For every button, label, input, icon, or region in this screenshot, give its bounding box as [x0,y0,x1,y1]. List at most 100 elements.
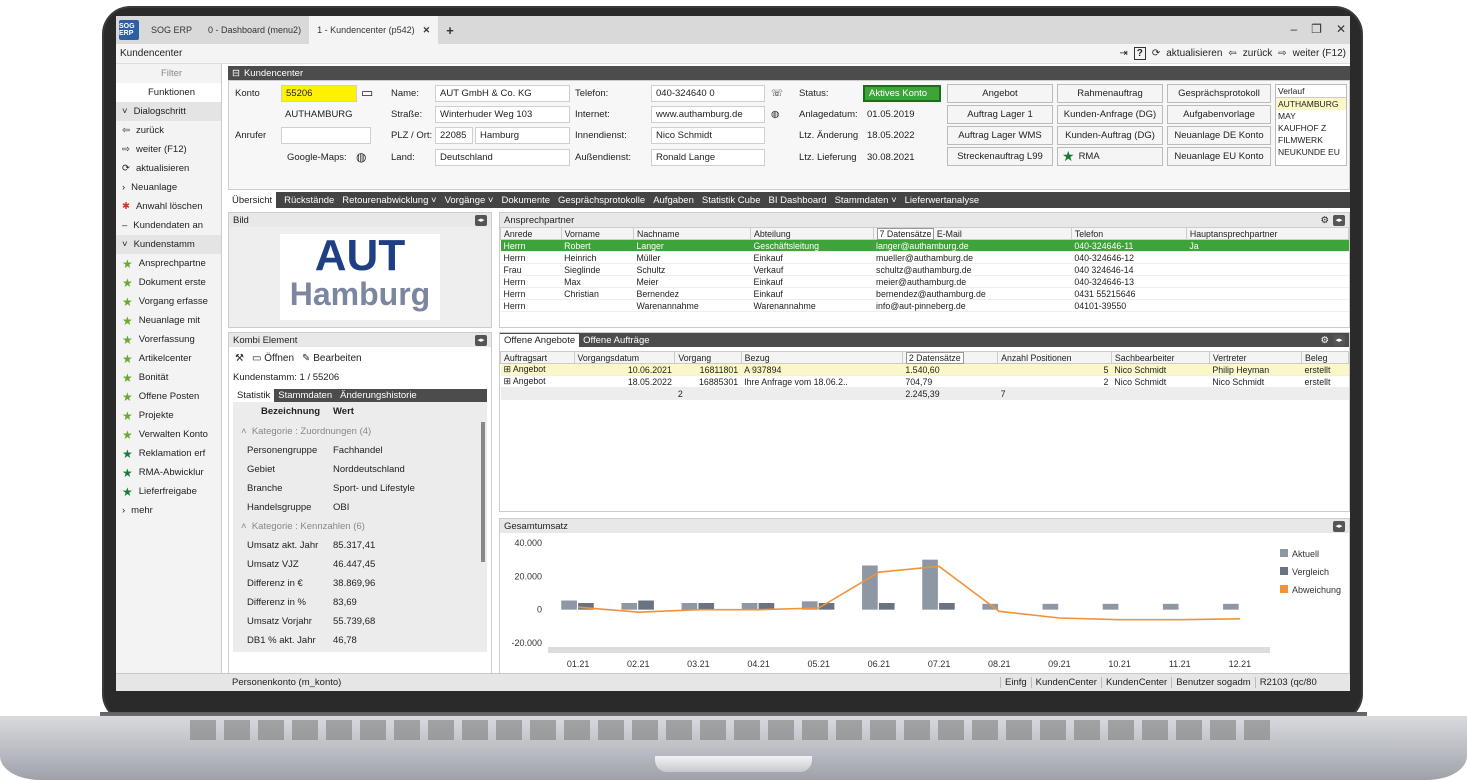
sidebar-filter[interactable]: Filter [116,64,221,83]
sidebar-group-kundenstamm[interactable]: ˅ Kundenstamm [116,235,221,254]
col-header[interactable]: Anrede [500,227,562,240]
sidebar-item-neuanlage[interactable]: › Neuanlage [116,178,221,197]
tab-retouren[interactable]: Retourenabwicklung ˅ [342,195,436,206]
export-icon[interactable]: ⇥ [1119,48,1127,59]
table-row[interactable]: ⊞ Angebot 10.06.2021 16811801 A 937894 1.540… [500,363,1349,376]
sidebar-item[interactable]: ★ Projekte [116,406,221,425]
tab-statistik[interactable]: Statistik [233,389,275,402]
status-badge[interactable]: Aktives Konto [863,85,941,102]
tab-stammdaten[interactable]: Stammdaten [274,389,336,402]
cell[interactable]: langer@authamburg.de [873,239,1072,252]
col-header[interactable]: Telefon [1070,227,1187,240]
scrollbar[interactable] [481,422,485,562]
konto-field[interactable]: 55206 [281,85,357,102]
tab-offene-angebote[interactable]: Offene Angebote [500,333,580,347]
name-field[interactable]: AUT GmbH & Co. KG [435,85,570,102]
sidebar-item[interactable]: ★ Verwalten Konto [116,425,221,444]
tab-dokumente[interactable]: Dokumente [501,195,550,206]
maximize-icon[interactable]: ❐ [1311,22,1322,36]
ort-field[interactable]: Hamburg [475,127,570,144]
sidebar-item[interactable]: ★ Dokument erste [116,273,221,292]
edit-button[interactable]: ✎ Bearbeiten [302,353,362,364]
forward-arrow-icon[interactable]: ⇨ [1278,48,1286,59]
expand-icon[interactable]: ◂▸ [1333,520,1345,532]
expand-icon[interactable]: ◂▸ [475,214,487,226]
tab-aufgaben[interactable]: Aufgaben [653,195,694,206]
col-header[interactable]: Vorgangsdatum [573,351,676,364]
tab-lieferwert[interactable]: Lieferwertanalyse [905,195,979,206]
innendienst-field[interactable]: Nico Schmidt [651,127,765,144]
settings-icon[interactable]: ⚙ [1320,215,1329,226]
close-tab-icon[interactable]: ✕ [423,25,431,36]
verlauf-item[interactable]: NEUKUNDE EU [1276,146,1346,158]
expand-row-icon[interactable]: ⊞ [504,376,511,386]
col-header[interactable]: Abteilung [749,227,874,240]
col-header[interactable]: Nachname [632,227,751,240]
sidebar-item[interactable]: ★ Artikelcenter [116,349,221,368]
telefon-field[interactable]: 040-324640 0 [651,85,765,102]
kunden-auftrag-button[interactable]: Kunden-Auftrag (DG) [1057,126,1163,145]
expand-icon[interactable]: ◂▸ [1333,214,1345,226]
sidebar-item[interactable]: ★ Offene Posten [116,387,221,406]
tab-kundencenter[interactable]: 1 - Kundencenter (p542) ✕ [309,16,439,44]
sidebar-item[interactable]: ★ RMA-Abwicklur [116,463,221,482]
cell[interactable]: 040 324646-14 [1071,263,1187,276]
angebot-button[interactable]: Angebot [947,84,1053,103]
kunden-anfrage-button[interactable]: Kunden-Anfrage (DG) [1057,105,1163,124]
tab-stammdaten[interactable]: Stammdaten ˅ [835,195,897,206]
col-header[interactable]: Vorname [560,227,634,240]
verlauf-item[interactable]: MAY [1276,110,1346,122]
calendar-icon[interactable]: ▭ [361,85,373,101]
expand-icon[interactable]: ◂▸ [475,334,487,346]
rahmenauftrag-button[interactable]: Rahmenauftrag [1057,84,1163,103]
table-row[interactable]: Herrn Heinrich Müller Einkauf mueller@autham… [500,251,1349,264]
help-icon[interactable]: ? [1133,47,1146,60]
settings-icon[interactable]: ⚙ [1320,335,1329,346]
collapse-icon[interactable]: ⊟ [232,68,240,79]
sidebar-item[interactable]: ★ Neuanlage mit [116,311,221,330]
col-header[interactable]: 2 Datensätze [901,351,999,364]
sidebar-item-mehr[interactable]: › mehr [116,501,221,520]
sidebar-item-weiter[interactable]: ⇨ weiter (F12) [116,140,221,159]
aussendienst-field[interactable]: Ronald Lange [651,149,765,166]
tab-offene-auftraege[interactable]: Offene Aufträge [579,334,653,347]
globe-icon[interactable]: ◍ [356,149,366,165]
forward-button[interactable]: weiter (F12) [1293,48,1346,59]
cell[interactable]: 040-324646-13 [1071,275,1187,288]
verlauf-item[interactable]: FILMWERK [1276,134,1346,146]
back-button[interactable]: zurück [1243,48,1272,59]
col-header[interactable]: Auftragsart [500,351,575,364]
aufgabenvorlage-button[interactable]: Aufgabenvorlage [1167,105,1271,124]
sidebar-item-kundendaten[interactable]: – Kundendaten an [116,216,221,235]
open-button[interactable]: ▭ Öffnen [252,353,294,364]
col-header[interactable]: Vorgang [674,351,742,364]
add-tab-button[interactable]: + [438,16,462,44]
refresh-button[interactable]: aktualisieren [1166,48,1222,59]
col-header[interactable]: Vertreter [1208,351,1303,364]
cell[interactable]: 040-324646-11 [1071,239,1187,252]
table-row[interactable]: Herrn Christian Bernendez Einkauf bernendez@… [500,287,1349,300]
category-kennzahlen[interactable]: ˄ Kategorie : Kennzahlen (6) [241,517,479,536]
verlauf-item[interactable]: AUTHAMBURG [1276,98,1346,110]
auftrag-lager1-button[interactable]: Auftrag Lager 1 [947,105,1053,124]
expand-icon[interactable]: ◂▸ [1333,334,1345,346]
sidebar-item[interactable]: ★ Ansprechpartne [116,254,221,273]
cell[interactable]: schultz@authamburg.de [873,263,1072,276]
tab-aenderungshistorie[interactable]: Änderungshistorie [336,389,421,402]
sidebar-funktionen[interactable]: Funktionen [116,83,221,102]
sidebar-group-dialogschritt[interactable]: ˅ Dialogschritt [116,102,221,121]
sidebar-item-aktualisieren[interactable]: ⟳ aktualisieren [116,159,221,178]
sidebar-item[interactable]: ★ Lieferfreigabe [116,482,221,501]
hammer-icon[interactable]: ⚒ [235,353,244,364]
col-header[interactable]: 7 Datensätze E-Mail [872,227,1072,240]
tab-gespraeche[interactable]: Gesprächsprotokolle [558,195,645,206]
tab-bi-dashboard[interactable]: BI Dashboard [769,195,827,206]
cell[interactable]: 040-324646-12 [1071,251,1187,264]
category-zuordnungen[interactable]: ˄ Kategorie : Zuordnungen (4) [241,422,479,441]
sidebar-item[interactable]: ★ Bonität [116,368,221,387]
anrufer-field[interactable] [281,127,371,144]
tab-vorgaenge[interactable]: Vorgänge ˅ [445,195,494,206]
expand-row-icon[interactable]: ⊞ [504,364,511,374]
tab-dashboard[interactable]: 0 - Dashboard (menu2) [200,16,309,44]
auftrag-wms-button[interactable]: Auftrag Lager WMS [947,126,1053,145]
